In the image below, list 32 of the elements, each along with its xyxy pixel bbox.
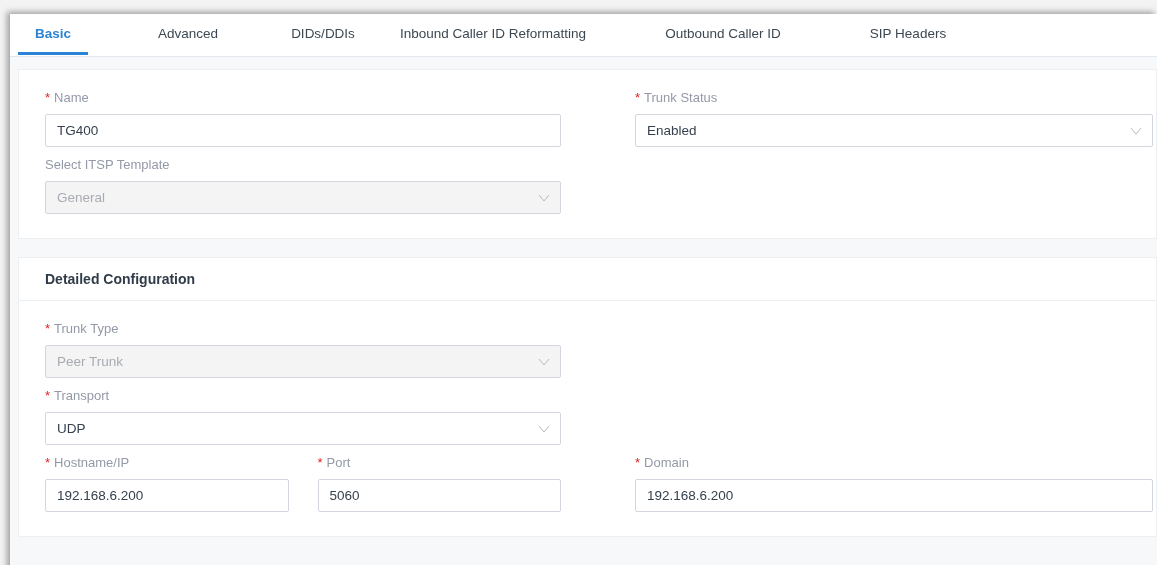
input-field[interactable]: TG400 [45, 114, 561, 147]
field-label: * Hostname/IP [45, 455, 131, 472]
field-label: * Port [317, 455, 352, 472]
field-label: * Domain [635, 455, 690, 472]
chevron-down-icon [538, 193, 550, 202]
input-field[interactable]: 192.168.6.200 [635, 479, 1153, 512]
field-label: Select ITSP Template [45, 157, 171, 174]
tab[interactable]: DIDs/DDIs [288, 14, 358, 55]
tab[interactable]: SIP Headers [818, 14, 998, 55]
tab[interactable]: Inbound Caller ID Reformatting [358, 14, 628, 55]
select-field[interactable]: Enabled [635, 114, 1153, 147]
chevron-down-icon [538, 424, 550, 433]
input-field[interactable]: 192.168.6.200 [45, 479, 289, 512]
field-label: * Trunk Status [635, 90, 719, 107]
section-title: Detailed Configuration [19, 258, 1156, 301]
field-label: * Transport [45, 388, 111, 405]
select-field[interactable]: UDP [45, 412, 561, 445]
required-mark: * [635, 455, 641, 470]
required-mark: * [635, 90, 641, 105]
input-field[interactable]: 5060 [317, 479, 561, 512]
field-label: * Trunk Type [45, 321, 120, 338]
required-mark: * [45, 321, 51, 336]
required-mark: * [45, 388, 51, 403]
required-mark: * [317, 455, 323, 470]
tab[interactable]: Advanced [88, 14, 288, 55]
field-label: * Name [45, 90, 90, 107]
tab[interactable]: Basic [18, 14, 88, 55]
chevron-down-icon [1130, 126, 1142, 135]
chevron-down-icon [538, 357, 550, 366]
tab[interactable]: Outbound Caller ID [628, 14, 818, 55]
required-mark: * [45, 90, 51, 105]
required-mark: * [45, 455, 51, 470]
